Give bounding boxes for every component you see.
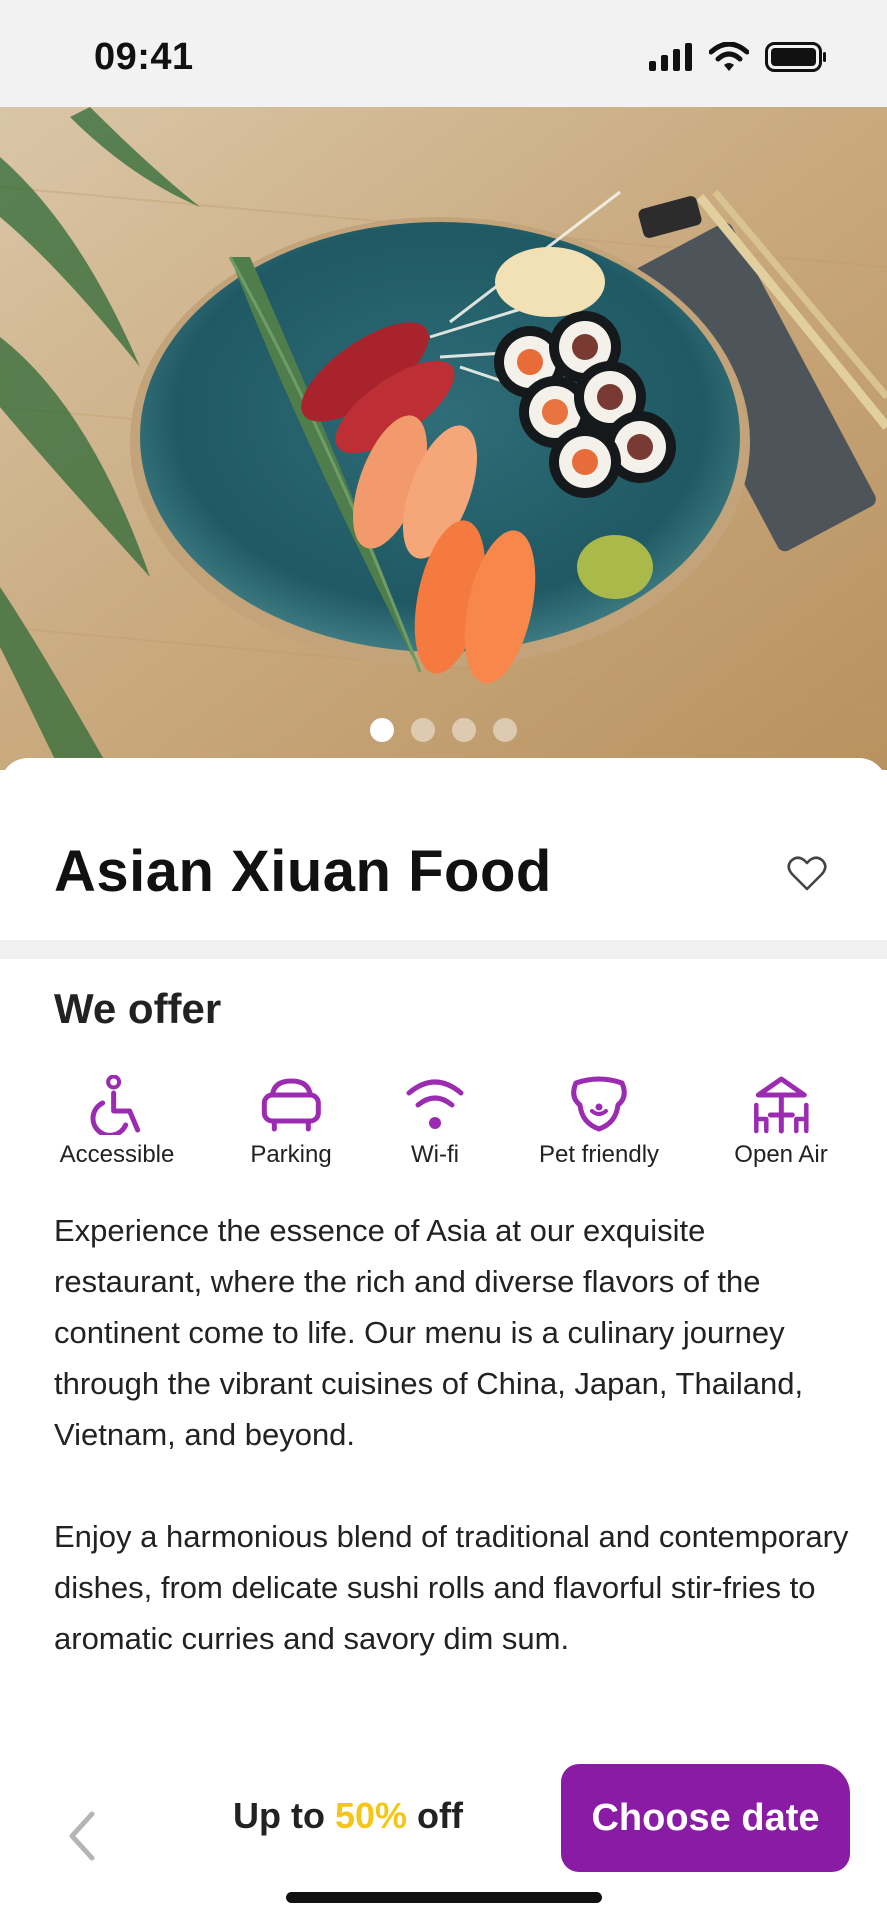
amenity-accessible: Accessible (59, 1075, 175, 1169)
description-paragraph: Experience the essence of Asia at our ex… (54, 1213, 804, 1452)
dog-icon (571, 1076, 627, 1132)
status-icons (649, 42, 827, 72)
pagination-dot-3[interactable] (452, 718, 476, 742)
terrace-icon (753, 1076, 809, 1134)
promo-suffix: off (407, 1795, 464, 1836)
section-divider (0, 940, 887, 959)
wifi-status-icon (709, 42, 749, 71)
amenity-label: Parking (250, 1141, 332, 1168)
discount-promo: Up to 50% off (233, 1795, 463, 1837)
hero-image[interactable] (0, 107, 887, 770)
heart-icon[interactable] (786, 852, 828, 894)
pagination-dot-1[interactable] (370, 718, 394, 742)
wifi-icon (406, 1079, 464, 1129)
amenity-open-air: Open Air (734, 1075, 828, 1169)
pagination-dot-4[interactable] (493, 718, 517, 742)
choose-date-button[interactable]: Choose date (561, 1764, 850, 1872)
description: Experience the essence of Asia at our ex… (54, 1205, 854, 1715)
gallery-pagination (0, 718, 887, 742)
promo-prefix: Up to (233, 1795, 335, 1836)
chevron-left-icon[interactable] (62, 1808, 102, 1864)
car-icon (261, 1078, 321, 1132)
amenity-parking: Parking (250, 1075, 332, 1169)
amenity-wifi: Wi-fi (404, 1075, 466, 1169)
pagination-dot-2[interactable] (411, 718, 435, 742)
amenity-label: Pet friendly (538, 1141, 660, 1168)
battery-icon (765, 42, 826, 72)
wheelchair-icon (90, 1075, 141, 1135)
status-bar: 09:41 (0, 0, 887, 107)
cellular-signal-icon (649, 43, 692, 71)
offers-title: We offer (54, 985, 222, 1032)
amenity-label: Accessible (59, 1141, 175, 1168)
amenity-pet-friendly: Pet friendly (539, 1075, 659, 1169)
description-paragraph: Enjoy a harmonious blend of traditional … (54, 1519, 849, 1656)
status-time: 09:41 (94, 36, 194, 78)
restaurant-name: Asian Xiuan Food (54, 839, 552, 904)
home-indicator[interactable] (286, 1892, 602, 1903)
amenity-label: Open Air (734, 1141, 828, 1168)
amenity-label: Wi-fi (411, 1141, 459, 1168)
promo-discount: 50% (334, 1795, 408, 1836)
sushi-plate-photo (0, 107, 887, 770)
